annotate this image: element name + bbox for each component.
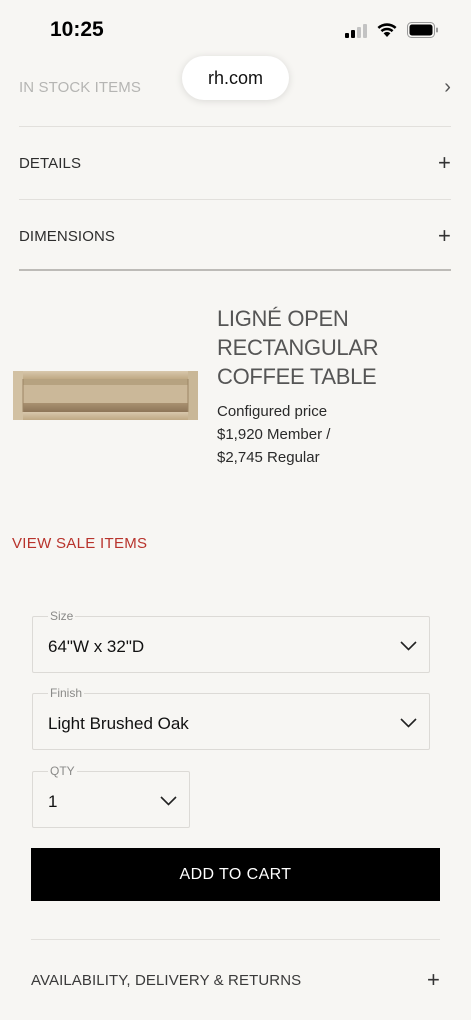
accordion-availability[interactable]: AVAILABILITY, DELIVERY & RETURNS + bbox=[31, 969, 440, 991]
regular-price: $2,745 Regular bbox=[217, 449, 320, 466]
divider bbox=[31, 939, 440, 940]
status-icons bbox=[345, 22, 439, 38]
chevron-down-icon bbox=[400, 641, 417, 651]
plus-icon: + bbox=[438, 223, 451, 248]
status-time: 10:25 bbox=[50, 18, 104, 41]
divider bbox=[19, 199, 451, 200]
qty-value: 1 bbox=[48, 792, 58, 811]
finish-select[interactable]: Finish Light Brushed Oak bbox=[32, 686, 430, 750]
qty-select[interactable]: QTY 1 bbox=[32, 764, 190, 828]
accordion-dimensions[interactable]: DIMENSIONS + bbox=[19, 225, 451, 247]
finish-value: Light Brushed Oak bbox=[48, 714, 189, 733]
product-image bbox=[13, 371, 198, 420]
divider bbox=[19, 126, 451, 127]
chevron-down-icon bbox=[400, 718, 417, 728]
size-select[interactable]: Size 64"W x 32"D bbox=[32, 609, 430, 673]
size-value: 64"W x 32"D bbox=[48, 637, 145, 656]
status-bar: 10:25 bbox=[0, 0, 471, 56]
accordion-details-label: DETAILS bbox=[19, 154, 82, 172]
chevron-right-icon: › bbox=[444, 76, 451, 98]
accordion-details[interactable]: DETAILS + bbox=[19, 152, 451, 174]
add-to-cart-button[interactable]: ADD TO CART bbox=[31, 848, 440, 901]
qty-label: QTY bbox=[48, 764, 77, 778]
accordion-dimensions-label: DIMENSIONS bbox=[19, 227, 116, 245]
size-label: Size bbox=[48, 609, 76, 623]
product-name: LIGNÉ OPEN RECTANGULAR COFFEE TABLE bbox=[217, 306, 379, 389]
plus-icon: + bbox=[438, 150, 451, 175]
member-price: $1,920 Member / bbox=[217, 426, 331, 443]
plus-icon: + bbox=[427, 967, 440, 992]
configured-price-label: Configured price bbox=[217, 403, 328, 420]
accordion-in-stock-label: IN STOCK ITEMS bbox=[19, 79, 141, 96]
section-divider bbox=[19, 269, 451, 271]
finish-label: Finish bbox=[48, 686, 85, 700]
chevron-down-icon bbox=[160, 796, 177, 806]
cellular-signal-icon bbox=[345, 23, 367, 38]
price-block: Configured price $1,920 Member / $2,745 … bbox=[217, 400, 457, 469]
accordion-in-stock-items[interactable]: IN STOCK ITEMS › bbox=[19, 76, 451, 99]
availability-label: AVAILABILITY, DELIVERY & RETURNS bbox=[31, 971, 302, 989]
battery-icon bbox=[407, 22, 438, 38]
wifi-icon bbox=[377, 23, 397, 37]
view-sale-items-link[interactable]: VIEW SALE ITEMS bbox=[12, 535, 147, 552]
